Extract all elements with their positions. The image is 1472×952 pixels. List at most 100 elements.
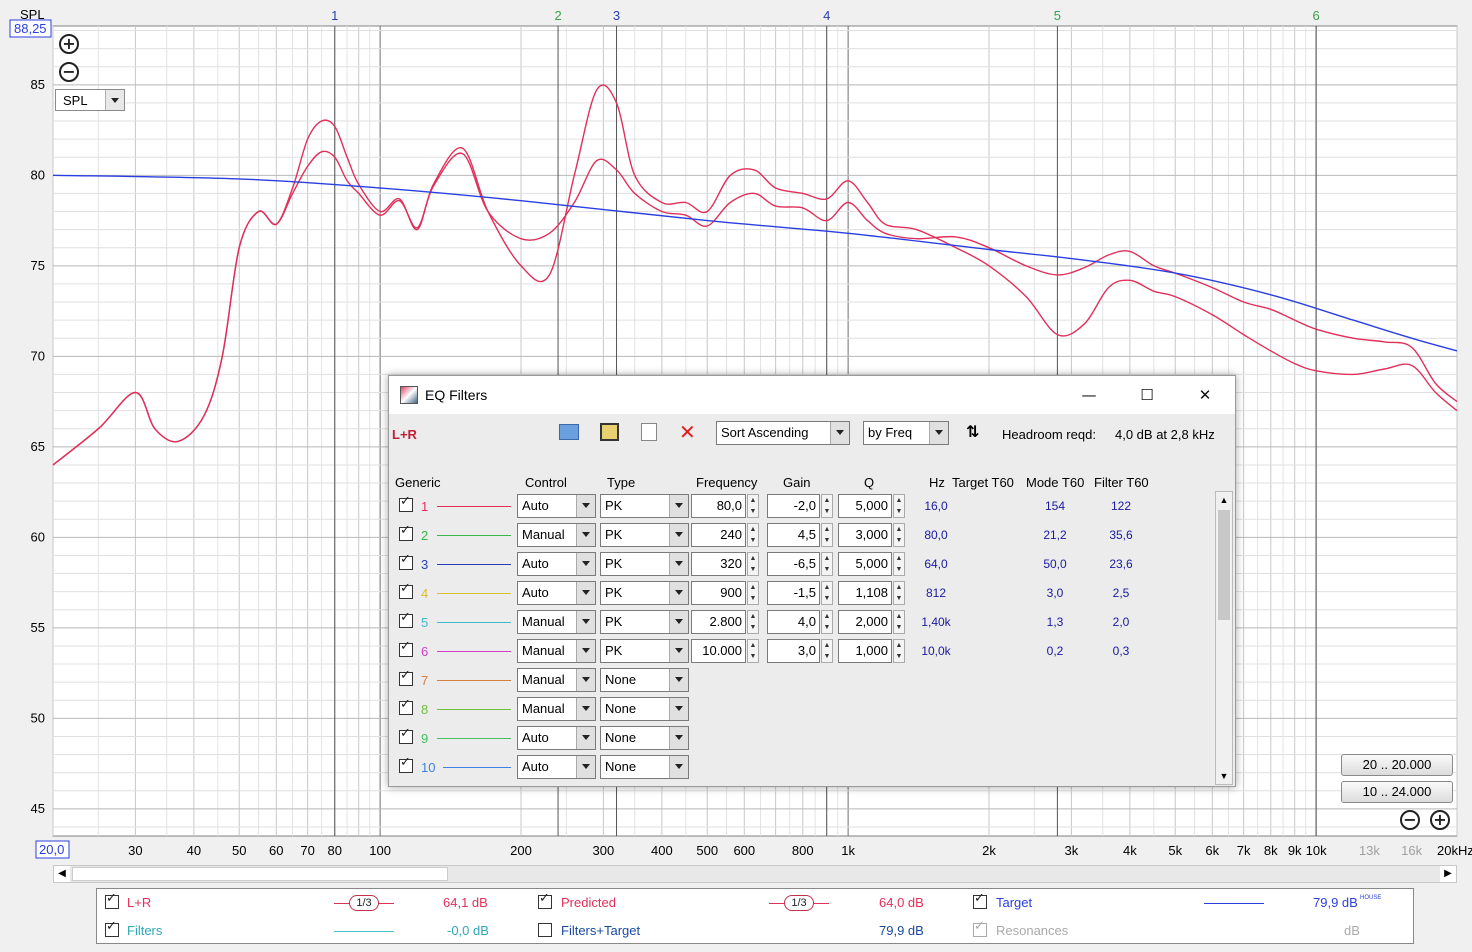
- target-checkbox[interactable]: [973, 891, 987, 909]
- x-left-readout[interactable]: 20,0: [39, 842, 64, 857]
- filter-control-select[interactable]: Manual: [517, 639, 596, 663]
- filter-type-select[interactable]: PK: [600, 581, 689, 605]
- filter-type-select[interactable]: PK: [600, 523, 689, 547]
- filter-control-select[interactable]: Auto: [517, 581, 596, 605]
- filter-control-select[interactable]: Auto: [517, 552, 596, 576]
- filter-type-select[interactable]: None: [600, 697, 689, 721]
- filter-gain-input[interactable]: -1,5: [767, 581, 820, 605]
- horizontal-scrollbar[interactable]: ◀ ▶: [53, 865, 1457, 883]
- frequency-spinner[interactable]: ▲ ▼: [747, 523, 759, 547]
- resonances-checkbox[interactable]: [973, 919, 987, 937]
- filter-control-select[interactable]: Auto: [517, 755, 596, 779]
- filter-control-select[interactable]: Auto: [517, 494, 596, 518]
- filter-enabled-checkbox[interactable]: [399, 552, 413, 570]
- q-spinner[interactable]: ▲ ▼: [893, 494, 905, 518]
- frequency-spinner[interactable]: ▲ ▼: [747, 552, 759, 576]
- gain-spinner[interactable]: ▲ ▼: [821, 523, 833, 547]
- x-zoom-out-icon[interactable]: −: [1400, 810, 1420, 830]
- filter-enabled-checkbox[interactable]: [399, 726, 413, 744]
- filter-frequency-input[interactable]: 240: [691, 523, 746, 547]
- filter-enabled-checkbox[interactable]: [399, 755, 413, 773]
- filters-target-checkbox[interactable]: [538, 923, 552, 937]
- filter-frequency-input[interactable]: 80,0: [691, 494, 746, 518]
- filter-enabled-checkbox[interactable]: [399, 697, 413, 715]
- filters-vertical-scrollbar[interactable]: ▲ ▼: [1215, 491, 1233, 785]
- filter-q-input[interactable]: 5,000: [838, 552, 892, 576]
- frequency-spinner[interactable]: ▲ ▼: [747, 610, 759, 634]
- filter-enabled-checkbox[interactable]: [399, 581, 413, 599]
- gain-spinner[interactable]: ▲ ▼: [821, 494, 833, 518]
- filter-type-select[interactable]: PK: [600, 552, 689, 576]
- q-spinner[interactable]: ▲ ▼: [893, 523, 905, 547]
- filter-type-select[interactable]: PK: [600, 610, 689, 634]
- save-icon[interactable]: [600, 423, 619, 441]
- filter-enabled-checkbox[interactable]: [399, 610, 413, 628]
- zoom-out-icon[interactable]: −: [59, 62, 79, 82]
- scroll-left-icon[interactable]: ◀: [54, 866, 70, 882]
- filter-gain-input[interactable]: 4,0: [767, 610, 820, 634]
- filter-gain-input[interactable]: 3,0: [767, 639, 820, 663]
- gain-spinner[interactable]: ▲ ▼: [821, 581, 833, 605]
- filter-gain-input[interactable]: 4,5: [767, 523, 820, 547]
- filter-q-input[interactable]: 5,000: [838, 494, 892, 518]
- filter-q-input[interactable]: 2,000: [838, 610, 892, 634]
- filter-control-select[interactable]: Manual: [517, 523, 596, 547]
- filters-checkbox[interactable]: [105, 919, 119, 937]
- q-spinner[interactable]: ▲ ▼: [893, 610, 905, 634]
- filter-frequency-input[interactable]: 2.800: [691, 610, 746, 634]
- spl-select[interactable]: SPL: [55, 89, 125, 111]
- q-spinner[interactable]: ▲ ▼: [893, 552, 905, 576]
- lr-smoothing[interactable]: 1/3: [349, 895, 379, 911]
- filter-q-input[interactable]: 1,108: [838, 581, 892, 605]
- scrollbar-thumb[interactable]: [72, 867, 448, 881]
- predicted-checkbox[interactable]: [538, 891, 552, 909]
- close-icon[interactable]: ✕: [1193, 384, 1217, 406]
- frequency-spinner[interactable]: ▲ ▼: [747, 581, 759, 605]
- range-20-20000-button[interactable]: 20 .. 20.000: [1341, 754, 1453, 776]
- filter-gain-input[interactable]: -6,5: [767, 552, 820, 576]
- q-spinner[interactable]: ▲ ▼: [893, 639, 905, 663]
- filter-enabled-checkbox[interactable]: [399, 668, 413, 686]
- minimize-icon[interactable]: —: [1077, 384, 1101, 406]
- filter-frequency-input[interactable]: 10.000: [691, 639, 746, 663]
- frequency-spinner[interactable]: ▲ ▼: [747, 494, 759, 518]
- filter-type-select[interactable]: PK: [600, 494, 689, 518]
- maximize-icon[interactable]: ☐: [1135, 384, 1159, 406]
- filter-control-select[interactable]: Manual: [517, 697, 596, 721]
- y-top-readout[interactable]: 88,25: [14, 21, 47, 36]
- filter-frequency-input[interactable]: 320: [691, 552, 746, 576]
- scrollbar-thumb[interactable]: [1218, 510, 1230, 620]
- filter-type-select[interactable]: None: [600, 755, 689, 779]
- x-zoom-in-icon[interactable]: +: [1430, 810, 1450, 830]
- filter-type-select[interactable]: None: [600, 726, 689, 750]
- filter-control-select[interactable]: Manual: [517, 668, 596, 692]
- folder-icon[interactable]: [559, 424, 579, 440]
- copy-icon[interactable]: [641, 423, 657, 441]
- filter-enabled-checkbox[interactable]: [399, 494, 413, 512]
- gain-spinner[interactable]: ▲ ▼: [821, 639, 833, 663]
- scroll-right-icon[interactable]: ▶: [1440, 866, 1456, 882]
- scroll-down-icon[interactable]: ▼: [1216, 768, 1232, 784]
- range-10-24000-button[interactable]: 10 .. 24.000: [1341, 781, 1453, 803]
- filter-frequency-input[interactable]: 900: [691, 581, 746, 605]
- filter-control-select[interactable]: Manual: [517, 610, 596, 634]
- filter-gain-input[interactable]: -2,0: [767, 494, 820, 518]
- frequency-spinner[interactable]: ▲ ▼: [747, 639, 759, 663]
- scroll-up-icon[interactable]: ▲: [1216, 492, 1232, 508]
- filter-enabled-checkbox[interactable]: [399, 639, 413, 657]
- eq-titlebar[interactable]: EQ Filters — ☐ ✕: [389, 376, 1235, 414]
- filter-q-input[interactable]: 3,000: [838, 523, 892, 547]
- gain-spinner[interactable]: ▲ ▼: [821, 552, 833, 576]
- sort-order-select[interactable]: Sort Ascending: [716, 421, 850, 445]
- filter-type-select[interactable]: PK: [600, 639, 689, 663]
- lr-checkbox[interactable]: [105, 891, 119, 909]
- filter-type-select[interactable]: None: [600, 668, 689, 692]
- filter-q-input[interactable]: 1,000: [838, 639, 892, 663]
- gain-spinner[interactable]: ▲ ▼: [821, 610, 833, 634]
- delete-icon[interactable]: ✕: [679, 420, 696, 444]
- filter-control-select[interactable]: Auto: [517, 726, 596, 750]
- zoom-in-icon[interactable]: +: [59, 34, 79, 54]
- sort-by-select[interactable]: by Freq: [863, 421, 949, 445]
- filter-enabled-checkbox[interactable]: [399, 523, 413, 541]
- q-spinner[interactable]: ▲ ▼: [893, 581, 905, 605]
